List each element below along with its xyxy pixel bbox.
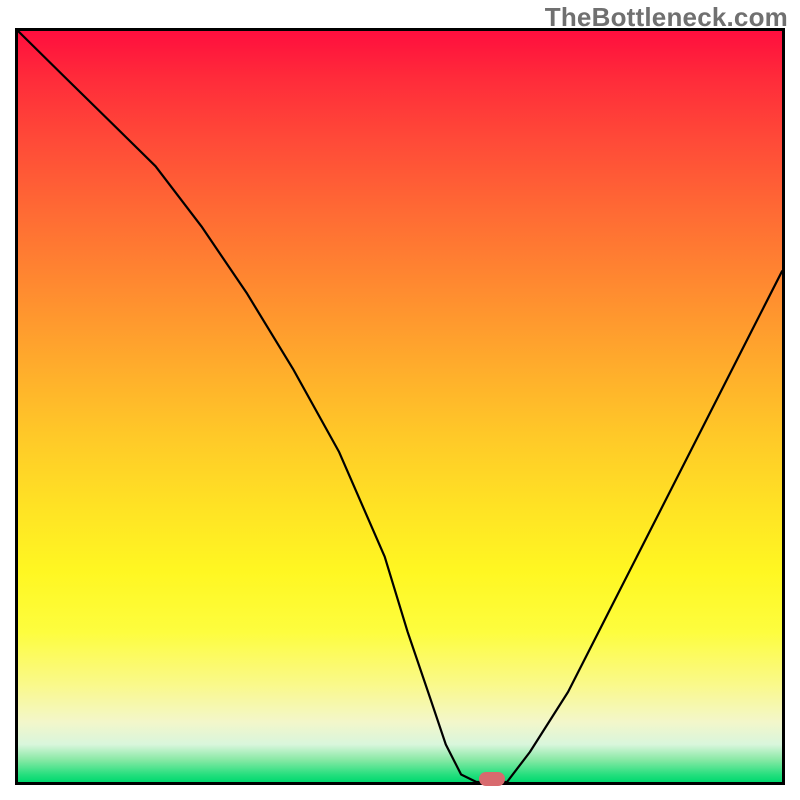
chart-container: TheBottleneck.com <box>0 0 800 800</box>
watermark-text: TheBottleneck.com <box>545 2 788 33</box>
bottleneck-curve-path <box>18 31 782 782</box>
optimal-point-marker <box>479 772 505 786</box>
curve-svg <box>18 31 782 782</box>
plot-area <box>15 28 785 785</box>
